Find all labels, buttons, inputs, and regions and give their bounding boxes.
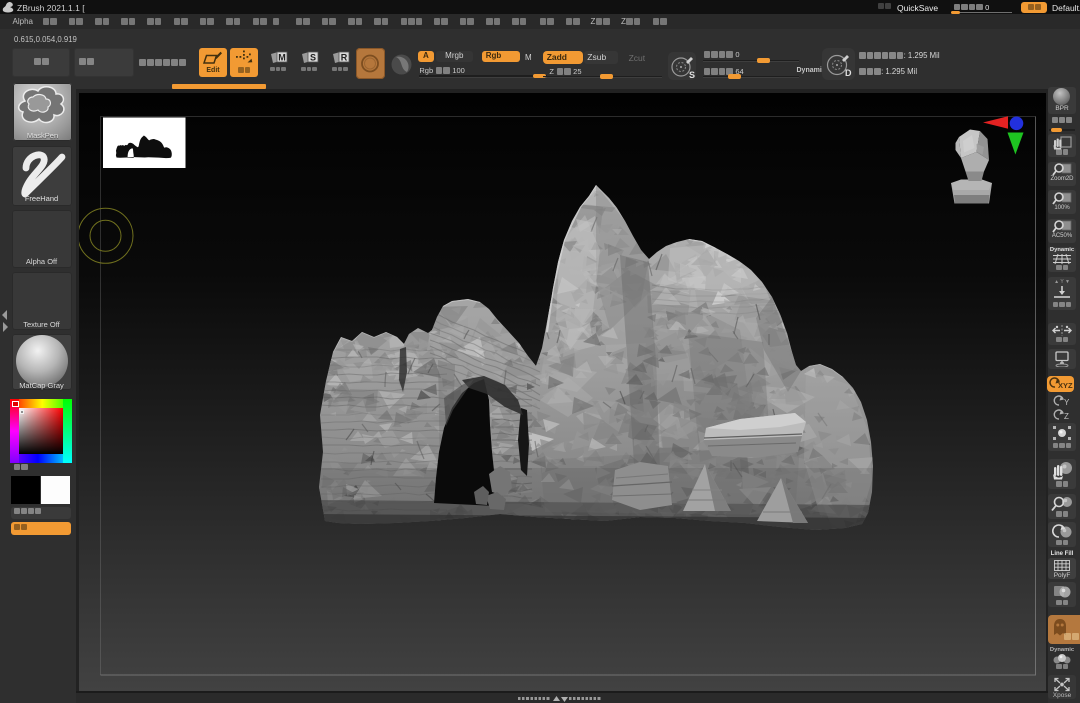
svg-text:Z: Z: [1064, 412, 1069, 421]
svg-text:S: S: [310, 53, 316, 63]
svg-text:M: M: [278, 53, 286, 63]
svg-text:D: D: [845, 68, 852, 78]
svg-text:XYZ: XYZ: [1058, 381, 1073, 390]
svg-text:Y: Y: [1064, 398, 1070, 407]
svg-text:S: S: [689, 70, 695, 80]
svg-text:R: R: [341, 53, 348, 63]
